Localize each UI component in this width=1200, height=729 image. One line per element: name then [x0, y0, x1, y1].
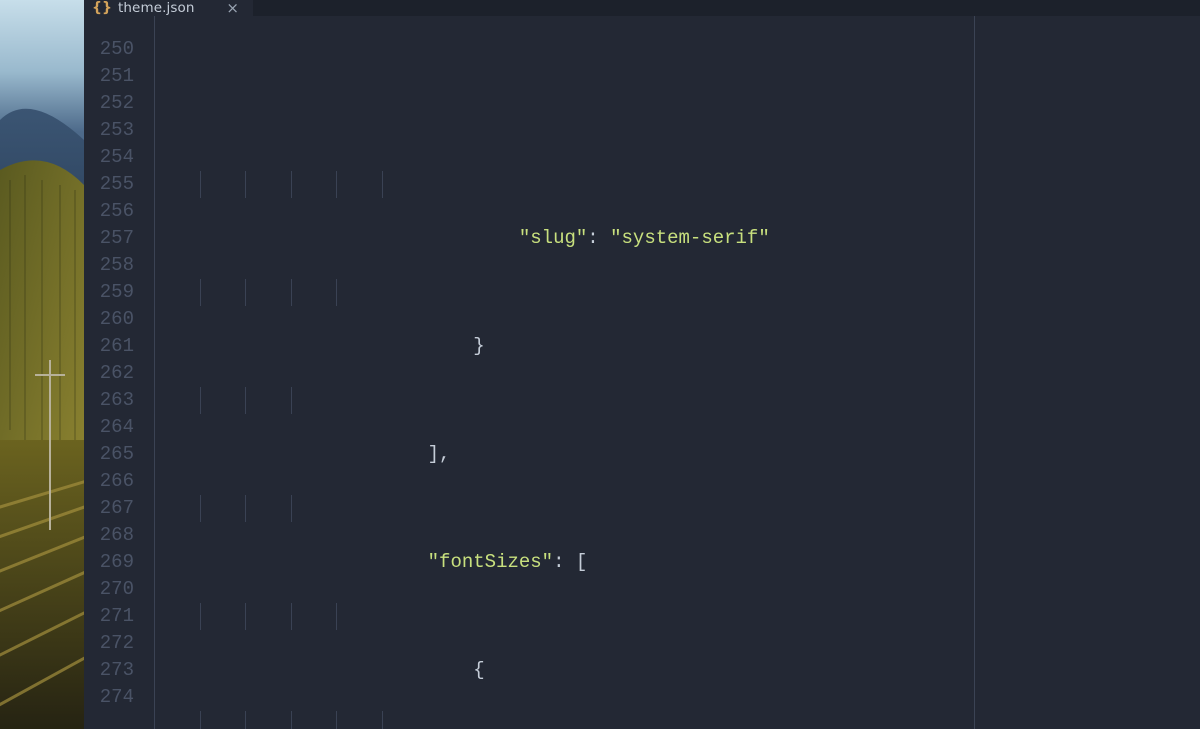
line-number: 252	[84, 90, 134, 117]
editor: {} theme.json × 250 251 252 253 254 255 …	[84, 0, 1200, 729]
line-number: 254	[84, 144, 134, 171]
line-number: 260	[84, 306, 134, 333]
line-number: 265	[84, 441, 134, 468]
line-number: 268	[84, 522, 134, 549]
code-line: {	[154, 603, 1200, 630]
line-number: 251	[84, 63, 134, 90]
code-line: ],	[154, 387, 1200, 414]
line-number: 264	[84, 414, 134, 441]
line-number: 255	[84, 171, 134, 198]
line-number-gutter: 250 251 252 253 254 255 256 257 258 259 …	[84, 16, 154, 729]
line-number: 266	[84, 468, 134, 495]
line-number: 269	[84, 549, 134, 576]
line-number: 271	[84, 603, 134, 630]
code-content[interactable]: "slug": "system-serif" } ], "fontS	[154, 16, 1200, 729]
code-line: "fontSizes": [	[154, 495, 1200, 522]
desktop-background	[0, 0, 84, 729]
line-number: 273	[84, 657, 134, 684]
line-number: 274	[84, 684, 134, 711]
line-number: 263	[84, 387, 134, 414]
line-number: 258	[84, 252, 134, 279]
line-number: 262	[84, 360, 134, 387]
line-number: 272	[84, 630, 134, 657]
line-number: 270	[84, 576, 134, 603]
code-line: "fluid": false,	[154, 711, 1200, 729]
line-number: 261	[84, 333, 134, 360]
line-number: 267	[84, 495, 134, 522]
line-number: 256	[84, 198, 134, 225]
line-number: 257	[84, 225, 134, 252]
code-area[interactable]: 250 251 252 253 254 255 256 257 258 259 …	[84, 16, 1200, 729]
json-file-icon: {}	[94, 0, 110, 16]
close-icon[interactable]: ×	[226, 1, 239, 16]
line-number: 250	[84, 36, 134, 63]
tab-label: theme.json	[118, 0, 195, 16]
tab-theme-json[interactable]: {} theme.json ×	[84, 0, 254, 16]
tab-bar: {} theme.json ×	[84, 0, 1200, 16]
line-number: 259	[84, 279, 134, 306]
code-line: }	[154, 279, 1200, 306]
code-line: "slug": "system-serif"	[154, 171, 1200, 198]
line-number: 253	[84, 117, 134, 144]
